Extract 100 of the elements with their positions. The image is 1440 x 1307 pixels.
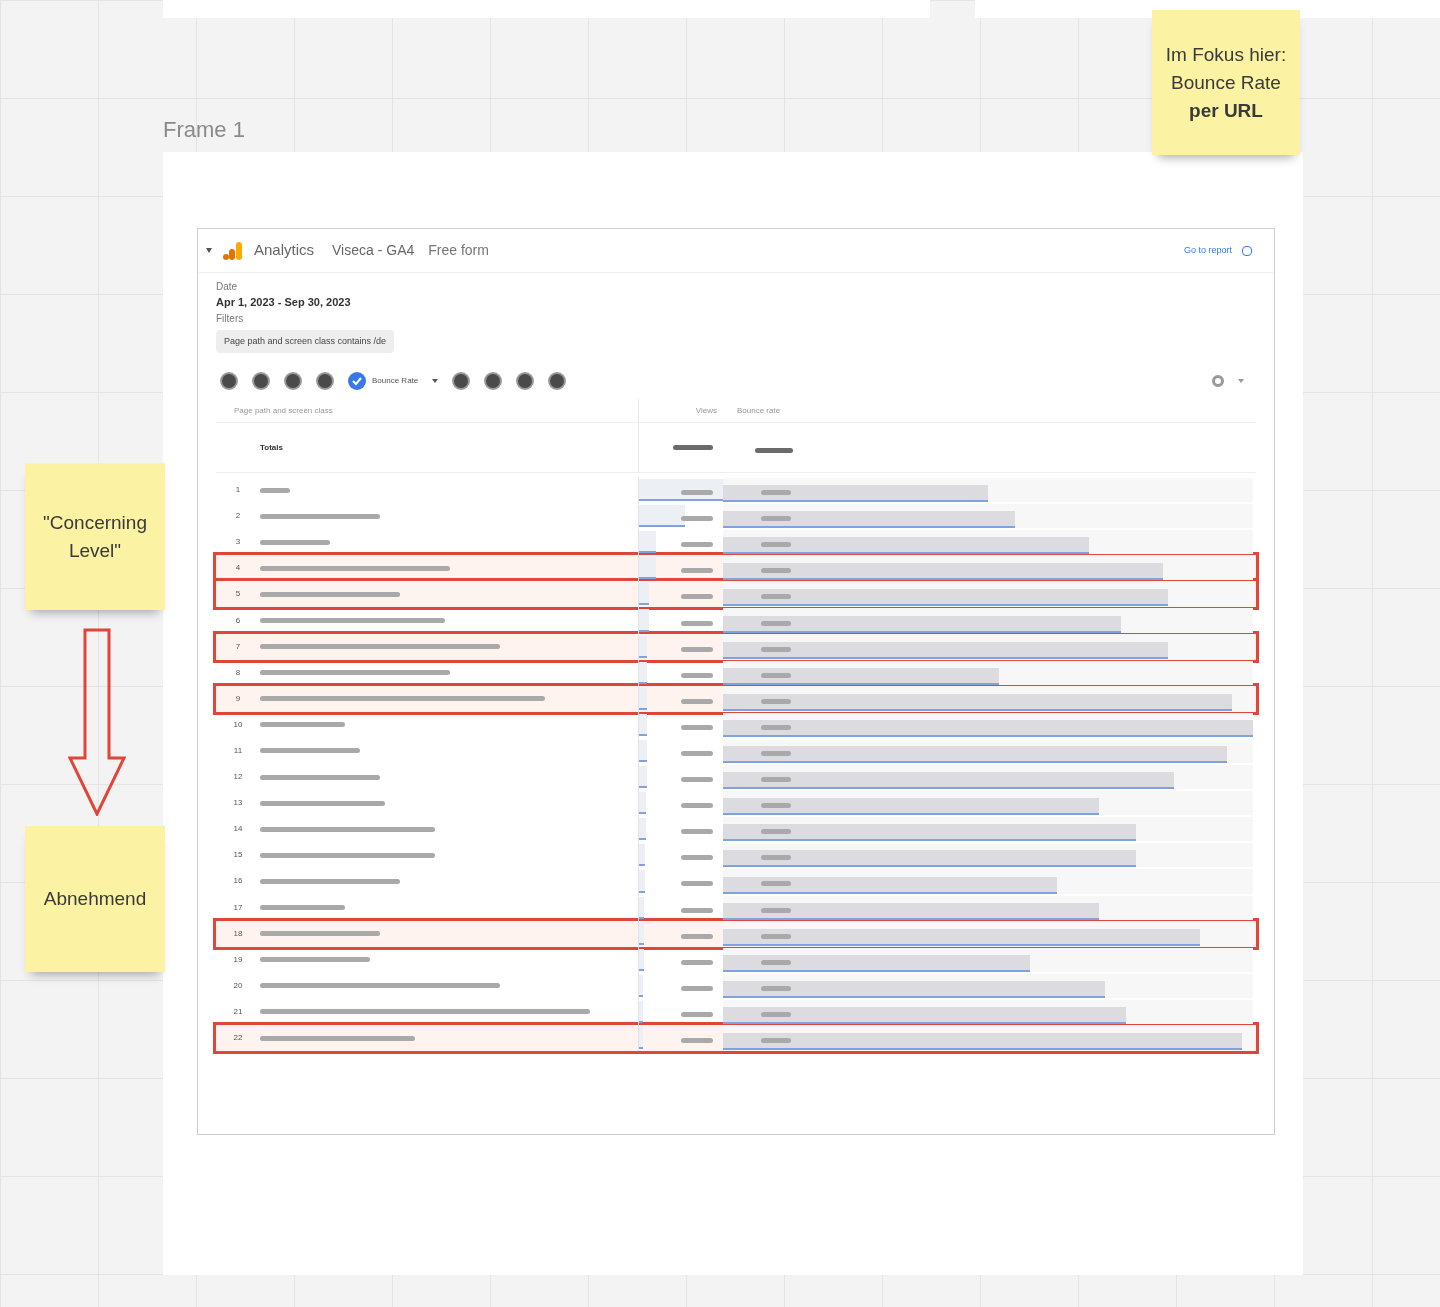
table-row[interactable]: 2 [216,503,1256,530]
table-row[interactable]: 16 [216,868,1256,895]
illegible-text [681,959,713,965]
row-number: 4 [234,562,242,575]
down-arrow-icon [68,628,126,816]
illegible-text [681,594,713,600]
row-number: 14 [232,823,244,836]
table-row[interactable]: 13 [216,790,1256,817]
illegible-text [761,777,791,783]
illegible-text [761,620,791,626]
illegible-text [681,803,713,809]
illegible-text [761,985,791,991]
illegible-text [681,516,713,522]
illegible-text [761,1011,791,1017]
illegible-text [761,724,791,730]
illegible-text [761,490,791,496]
table-row[interactable]: 1 [216,477,1256,504]
row-number: 6 [234,614,242,627]
go-to-report-link[interactable]: Go to report [1183,243,1232,258]
illegible-text [681,751,713,756]
illegible-text [681,620,713,626]
toolbar-icon[interactable] [452,372,471,390]
sticky-text: "Concerning Level" [42,510,148,563]
illegible-text [681,646,713,652]
row-number: 10 [232,718,244,731]
toolbar-icon[interactable] [252,372,270,390]
table-row[interactable]: 22 [216,1024,1256,1052]
sticky-text: Abnehmend [43,887,147,911]
illegible-text [761,751,791,756]
illegible-text [761,698,791,704]
row-number: 13 [232,797,244,810]
toolbar-icon[interactable] [484,372,503,390]
table-row[interactable]: 20 [216,972,1256,999]
illegible-text [761,516,791,522]
totals-label: Totals [259,441,284,454]
table-row[interactable]: 9 [216,685,1256,712]
toolbar-icon[interactable] [284,372,302,390]
row-number: 21 [232,1005,244,1018]
table-row[interactable]: 7 [216,633,1256,660]
row-number: 1 [234,484,242,497]
illegible-text [681,568,713,574]
property-name[interactable]: Viseca - GA4 [332,240,415,261]
app-name: Analytics [254,240,315,261]
sticky-note[interactable]: "Concerning Level" [25,463,165,610]
illegible-text [681,933,713,939]
illegible-text [681,907,713,913]
illegible-text [681,698,713,704]
table-row[interactable]: 10 [216,711,1256,738]
row-number: 16 [232,875,244,888]
toolbar-icon[interactable] [220,372,238,390]
illegible-text [681,855,713,861]
illegible-text [761,881,791,887]
table-row[interactable]: 11 [216,737,1256,765]
table-row[interactable]: 15 [216,842,1256,869]
row-number: 9 [234,692,242,705]
illegible-text [761,829,791,835]
table-row[interactable]: 19 [216,946,1256,973]
illegible-text [761,1038,791,1043]
sticky-text: Im Fokus hier: Bounce Rate per URL [1164,42,1288,123]
report-title: Free form [428,241,489,260]
illegible-text [761,959,791,965]
date-label: Date [216,280,239,294]
frame-title: Frame 1 [163,116,245,144]
row-number: 12 [232,771,244,784]
illegible-text [681,672,713,678]
illegible-text [681,1038,713,1043]
table-row[interactable]: 5 [216,581,1256,608]
metric-label[interactable]: Bounce Rate [372,375,419,387]
illegible-text [681,1011,713,1017]
illegible-text [681,724,713,730]
illegible-text [681,829,713,835]
filter-chip[interactable]: Page path and screen class contains /de [216,329,395,353]
check-icon [352,376,362,386]
external-icon [1242,245,1252,256]
metric-checkbox[interactable] [348,372,366,390]
sticky-note[interactable]: Im Fokus hier: Bounce Rate per URL [1152,10,1300,155]
row-number: 20 [232,979,244,992]
row-number: 7 [234,640,242,653]
toolbar-icon[interactable] [548,372,567,390]
table-row[interactable]: 14 [216,816,1256,843]
toolbar-icon[interactable] [316,372,334,390]
sticky-note[interactable]: Abnehmend [25,826,165,972]
illegible-text [755,447,793,453]
toolbar-icon[interactable] [516,372,535,390]
row-number: 3 [234,536,242,549]
row-number: 11 [232,745,244,757]
table-row[interactable]: 4 [216,555,1256,582]
row-number: 22 [232,1032,244,1044]
illegible-text [761,568,791,574]
menu-caret-icon[interactable] [206,248,212,253]
illegible-text [681,985,713,991]
table-row[interactable]: 12 [216,764,1256,791]
illegible-text [761,855,791,861]
settings-icon[interactable] [1212,375,1224,387]
row-number: 15 [232,849,244,862]
row-number: 5 [234,588,242,601]
analytics-logo-icon [222,239,244,262]
caret-icon[interactable] [432,379,439,383]
table-row[interactable]: 18 [216,920,1256,947]
illegible-text [761,933,791,939]
